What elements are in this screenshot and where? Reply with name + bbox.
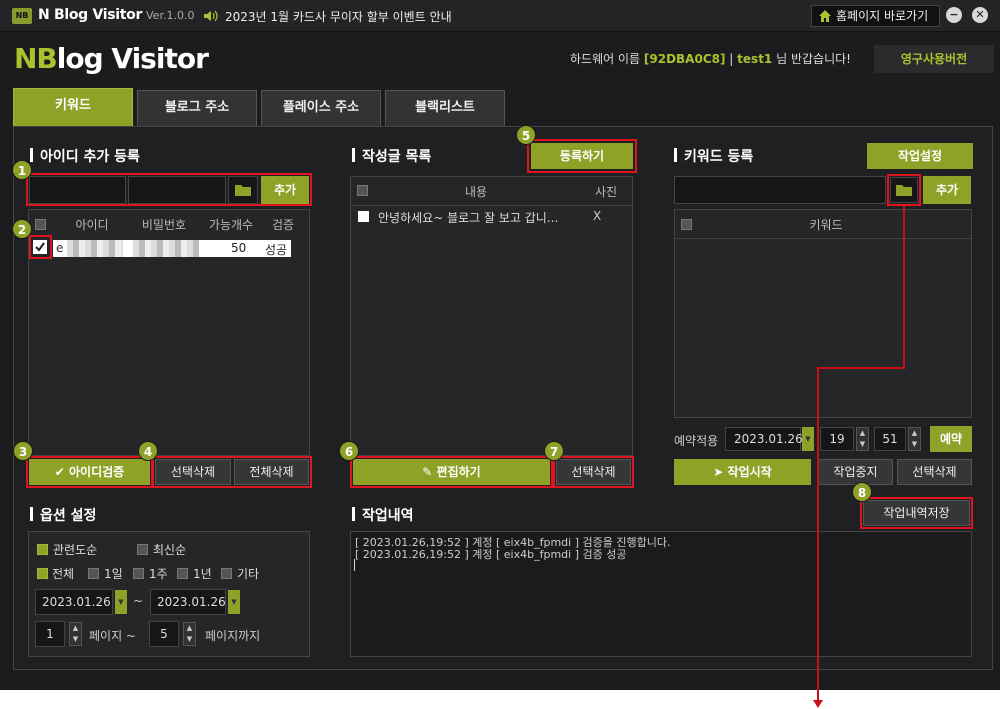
annotation-arrow (813, 206, 905, 708)
